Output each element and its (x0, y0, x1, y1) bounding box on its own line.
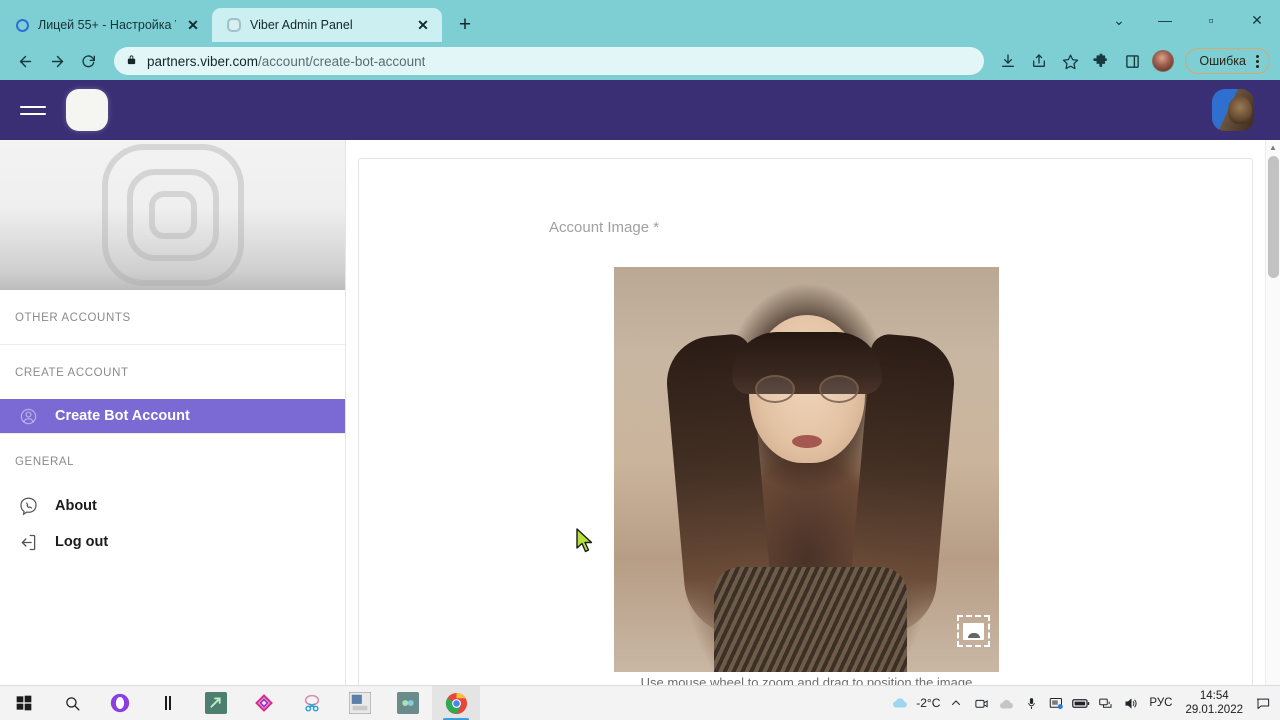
notification-icon[interactable] (1254, 696, 1272, 711)
url-text: partners.viber.com/account/create-bot-ac… (147, 54, 425, 69)
profile-avatar[interactable] (1149, 47, 1177, 75)
app-header (0, 80, 1280, 140)
volume-icon[interactable] (1122, 696, 1140, 711)
language-indicator[interactable]: РУС (1147, 697, 1174, 709)
microphone-icon[interactable] (1022, 696, 1040, 711)
url-host: partners.viber.com (147, 53, 259, 69)
share-icon[interactable] (1025, 47, 1053, 75)
reload-icon[interactable] (74, 46, 104, 76)
clock-time: 14:54 (1199, 689, 1229, 702)
tab-close-icon[interactable]: ✕ (414, 16, 432, 34)
minimize-icon[interactable]: — (1142, 0, 1188, 40)
chrome-menu-icon[interactable] (1252, 54, 1263, 68)
screen: Лицей 55+ - Настройка Viber к… ✕ Viber A… (0, 0, 1280, 720)
photo-image (614, 267, 999, 672)
sidebar-item-log-out[interactable]: Log out (0, 524, 345, 560)
forward-icon[interactable] (42, 46, 72, 76)
viber-favicon-icon (226, 17, 242, 33)
camera-icon[interactable] (972, 696, 990, 711)
scissors-snip-icon[interactable] (288, 686, 336, 720)
display-icon[interactable] (1047, 696, 1065, 711)
logout-icon (15, 529, 41, 555)
close-window-icon[interactable]: ✕ (1234, 0, 1280, 40)
tab-title: Лицей 55+ - Настройка Viber к… (38, 18, 176, 32)
chevron-up-icon[interactable] (947, 697, 965, 709)
address-bar[interactable]: partners.viber.com/account/create-bot-ac… (114, 47, 985, 75)
sidebar-item-create-bot-account[interactable]: Create Bot Account (0, 399, 345, 433)
account-image-label: Account Image * (549, 219, 660, 236)
figma-icon[interactable] (240, 686, 288, 720)
user-avatar[interactable] (1212, 89, 1254, 131)
sidebar-item-label: Log out (55, 534, 109, 550)
screenshot-tool-icon[interactable] (336, 686, 384, 720)
sidebar-item-label: About (55, 498, 97, 514)
viber-admin-logo (66, 89, 108, 131)
clock-date: 29.01.2022 (1185, 704, 1243, 716)
app-green-icon[interactable] (192, 686, 240, 720)
sidebar-section-create-account: CREATE ACCOUNT Create Bot Account (0, 345, 345, 434)
network-icon[interactable] (1097, 696, 1115, 711)
sidebar-section-other-accounts: OTHER ACCOUNTS (0, 290, 345, 345)
cloud-icon[interactable] (891, 694, 909, 712)
toolbar-icons: Ошибка (994, 47, 1270, 75)
new-tab-button[interactable]: + (450, 9, 480, 39)
taskbar-apps (0, 685, 480, 720)
taskbar-tray: -2°C РУС 14:54 29.01.2022 (891, 689, 1280, 718)
windows-taskbar: -2°C РУС 14:54 29.01.2022 (0, 685, 1280, 720)
maximize-icon[interactable]: ▫ (1188, 0, 1234, 40)
browser-chrome: Лицей 55+ - Настройка Viber к… ✕ Viber A… (0, 0, 1280, 80)
crop-resize-icon[interactable] (957, 615, 990, 647)
error-badge[interactable]: Ошибка (1185, 48, 1270, 74)
app-teal-icon[interactable] (384, 686, 432, 720)
sidebar: OTHER ACCOUNTS CREATE ACCOUNT Create Bot… (0, 140, 346, 685)
windows-start-icon[interactable] (0, 686, 48, 720)
tab-title: Viber Admin Panel (250, 18, 353, 32)
bookmark-star-icon[interactable] (1056, 47, 1084, 75)
sidebar-section-general: GENERAL About Log out (0, 434, 345, 560)
tab-close-icon[interactable]: ✕ (184, 16, 202, 34)
browser-tab-1[interactable]: Лицей 55+ - Настройка Viber к… ✕ (0, 8, 212, 42)
error-badge-label: Ошибка (1199, 54, 1246, 68)
sidebar-item-label: Create Bot Account (55, 408, 190, 424)
search-icon[interactable] (48, 686, 96, 720)
account-watermark-logo-icon (101, 144, 244, 286)
window-controls: ⌄ — ▫ ✕ (1096, 0, 1280, 40)
browser-toolbar: partners.viber.com/account/create-bot-ac… (0, 42, 1280, 80)
page-scrollbar[interactable]: ▲ (1265, 140, 1280, 685)
sidebar-banner (0, 140, 345, 290)
url-path: /account/create-bot-account (258, 53, 426, 69)
create-bot-account-card: Account Image * Select Image Use mouse (358, 158, 1253, 685)
account-photo-preview[interactable]: Select Image (614, 267, 999, 672)
onedrive-icon[interactable] (997, 695, 1015, 712)
image-hint-text: Use mouse wheel to zoom and drag to posi… (640, 675, 973, 685)
hamburger-menu-icon[interactable] (20, 105, 46, 115)
sidebar-section-label: GENERAL (15, 456, 75, 468)
back-icon[interactable] (10, 46, 40, 76)
bot-account-icon (15, 403, 41, 429)
lock-icon (126, 53, 137, 69)
task-view-icon[interactable] (144, 686, 192, 720)
circle-favicon-icon (14, 17, 30, 33)
tab-strip: Лицей 55+ - Настройка Viber к… ✕ Viber A… (0, 0, 1280, 42)
chevron-down-icon[interactable]: ⌄ (1096, 0, 1142, 40)
side-panel-icon[interactable] (1118, 47, 1146, 75)
viber-phone-icon (15, 493, 41, 519)
cortana-icon[interactable] (96, 686, 144, 720)
page-viewport: OTHER ACCOUNTS CREATE ACCOUNT Create Bot… (0, 80, 1280, 685)
sidebar-item-about[interactable]: About (0, 488, 345, 524)
battery-icon[interactable] (1072, 697, 1090, 710)
scroll-up-icon[interactable]: ▲ (1266, 140, 1280, 154)
sidebar-section-label: CREATE ACCOUNT (15, 367, 129, 379)
taskbar-clock[interactable]: 14:54 29.01.2022 (1181, 689, 1247, 718)
browser-tab-2[interactable]: Viber Admin Panel ✕ (212, 8, 442, 42)
scrollbar-thumb[interactable] (1268, 156, 1279, 278)
sidebar-section-label: OTHER ACCOUNTS (15, 312, 131, 324)
extensions-puzzle-icon[interactable] (1087, 47, 1115, 75)
chrome-icon[interactable] (432, 685, 480, 720)
weather-temperature[interactable]: -2°C (916, 696, 940, 710)
download-icon[interactable] (994, 47, 1022, 75)
main-content: Account Image * Select Image Use mouse (346, 140, 1280, 685)
